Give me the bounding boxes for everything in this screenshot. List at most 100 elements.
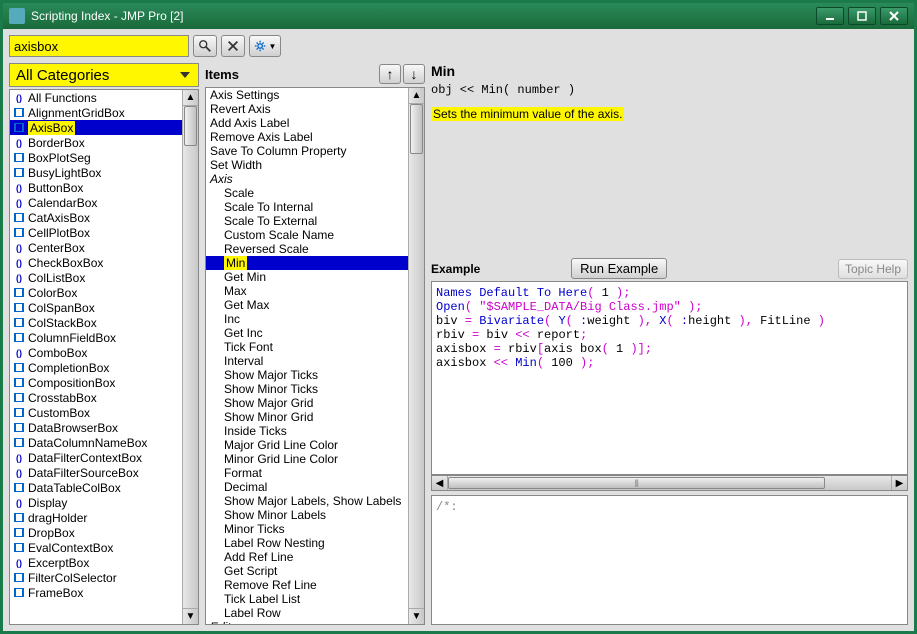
function-item[interactable]: CompletionBox <box>10 360 182 375</box>
function-name: ColListBox <box>28 271 85 285</box>
function-item[interactable]: ()BorderBox <box>10 135 182 150</box>
function-item[interactable]: DataColumnNameBox <box>10 435 182 450</box>
item-row[interactable]: Tick Label List <box>206 592 408 606</box>
function-item[interactable]: ColumnFieldBox <box>10 330 182 345</box>
item-row[interactable]: Get Min <box>206 270 408 284</box>
item-row[interactable]: Min <box>206 256 408 270</box>
item-row[interactable]: Set Width <box>206 158 408 172</box>
function-item[interactable]: ()ExcerptBox <box>10 555 182 570</box>
item-row[interactable]: Decimal <box>206 480 408 494</box>
search-input[interactable] <box>9 35 189 57</box>
item-row[interactable]: Add Axis Label <box>206 116 408 130</box>
function-name: DataFilterSourceBox <box>28 466 139 480</box>
function-item[interactable]: ()All Functions <box>10 90 182 105</box>
function-item[interactable]: ()DataFilterSourceBox <box>10 465 182 480</box>
scroll-down-icon[interactable]: ▼ <box>409 608 424 624</box>
item-row[interactable]: Revert Axis <box>206 102 408 116</box>
function-item[interactable]: EvalContextBox <box>10 540 182 555</box>
item-row[interactable]: Show Minor Grid <box>206 410 408 424</box>
item-row[interactable]: Inc <box>206 312 408 326</box>
clear-button[interactable] <box>221 35 245 57</box>
function-item[interactable]: ColSpanBox <box>10 300 182 315</box>
function-item[interactable]: BoxPlotSeg <box>10 150 182 165</box>
scroll-up-icon[interactable]: ▲ <box>183 90 198 106</box>
function-item[interactable]: AlignmentGridBox <box>10 105 182 120</box>
item-row[interactable]: Add Ref Line <box>206 550 408 564</box>
item-next-button[interactable]: ↓ <box>403 64 425 84</box>
item-row[interactable]: Scale To Internal <box>206 200 408 214</box>
item-row[interactable]: Show Minor Labels <box>206 508 408 522</box>
items-list-scrollbar[interactable]: ▲ ▼ <box>408 88 424 624</box>
item-row[interactable]: Label Row <box>206 606 408 620</box>
scroll-up-icon[interactable]: ▲ <box>409 88 424 104</box>
scroll-left-icon[interactable]: ◀ <box>432 476 448 490</box>
function-item[interactable]: CustomBox <box>10 405 182 420</box>
item-row[interactable]: Scale To External <box>206 214 408 228</box>
function-item[interactable]: ()CenterBox <box>10 240 182 255</box>
function-item[interactable]: DataTableColBox <box>10 480 182 495</box>
function-item[interactable]: ()DataFilterContextBox <box>10 450 182 465</box>
function-item[interactable]: AxisBox <box>10 120 182 135</box>
function-item[interactable]: ()ButtonBox <box>10 180 182 195</box>
settings-button[interactable]: ▼ <box>249 35 281 57</box>
item-row[interactable]: Get Inc <box>206 326 408 340</box>
item-label: Tick Font <box>224 340 273 354</box>
function-item[interactable]: CellPlotBox <box>10 225 182 240</box>
item-row[interactable]: Axis <box>206 172 408 186</box>
example-code-panel[interactable]: Names Default To Here( 1 ); Open( "$SAMP… <box>431 281 908 475</box>
item-row[interactable]: Get Max <box>206 298 408 312</box>
function-item[interactable]: ()ComboBox <box>10 345 182 360</box>
item-row[interactable]: Minor Grid Line Color <box>206 452 408 466</box>
code-horizontal-scrollbar[interactable]: ◀ ▶ <box>431 475 908 491</box>
function-list-scrollbar[interactable]: ▲ ▼ <box>182 90 198 624</box>
function-item[interactable]: ()CheckBoxBox <box>10 255 182 270</box>
minimize-button[interactable] <box>816 7 844 25</box>
item-row[interactable]: Edit <box>206 620 408 624</box>
item-row[interactable]: Label Row Nesting <box>206 536 408 550</box>
item-row[interactable]: Custom Scale Name <box>206 228 408 242</box>
item-row[interactable]: Show Major Grid <box>206 396 408 410</box>
function-item[interactable]: ()Display <box>10 495 182 510</box>
item-row[interactable]: Inside Ticks <box>206 424 408 438</box>
function-item[interactable]: DataBrowserBox <box>10 420 182 435</box>
topic-help-button[interactable]: Topic Help <box>838 259 908 279</box>
function-item[interactable]: FrameBox <box>10 585 182 600</box>
item-row[interactable]: Remove Axis Label <box>206 130 408 144</box>
item-row[interactable]: Major Grid Line Color <box>206 438 408 452</box>
item-row[interactable]: Scale <box>206 186 408 200</box>
function-item[interactable]: DropBox <box>10 525 182 540</box>
function-item[interactable]: CompositionBox <box>10 375 182 390</box>
item-row[interactable]: Axis Settings <box>206 88 408 102</box>
function-item[interactable]: ()ColListBox <box>10 270 182 285</box>
item-row[interactable]: Remove Ref Line <box>206 578 408 592</box>
item-row[interactable]: Format <box>206 466 408 480</box>
maximize-button[interactable] <box>848 7 876 25</box>
item-row[interactable]: Interval <box>206 354 408 368</box>
function-item[interactable]: CrosstabBox <box>10 390 182 405</box>
function-item[interactable]: FilterColSelector <box>10 570 182 585</box>
close-button[interactable] <box>880 7 908 25</box>
output-panel[interactable]: /*: <box>431 495 908 625</box>
item-row[interactable]: Max <box>206 284 408 298</box>
item-row[interactable]: Show Minor Ticks <box>206 382 408 396</box>
scroll-down-icon[interactable]: ▼ <box>183 608 198 624</box>
run-example-button[interactable]: Run Example <box>571 258 667 279</box>
function-item[interactable]: dragHolder <box>10 510 182 525</box>
item-row[interactable]: Save To Column Property <box>206 144 408 158</box>
item-row[interactable]: Reversed Scale <box>206 242 408 256</box>
function-item[interactable]: ColStackBox <box>10 315 182 330</box>
categories-dropdown[interactable]: All Categories <box>9 63 199 87</box>
search-button[interactable] <box>193 35 217 57</box>
item-row[interactable]: Show Major Ticks <box>206 368 408 382</box>
item-row[interactable]: Show Major Labels, Show Labels <box>206 494 408 508</box>
function-item[interactable]: ColorBox <box>10 285 182 300</box>
item-row[interactable]: Tick Font <box>206 340 408 354</box>
function-item[interactable]: BusyLightBox <box>10 165 182 180</box>
item-row[interactable]: Get Script <box>206 564 408 578</box>
function-item[interactable]: ()CalendarBox <box>10 195 182 210</box>
item-prev-button[interactable]: ↑ <box>379 64 401 84</box>
item-row[interactable]: Minor Ticks <box>206 522 408 536</box>
bracket-icon <box>12 437 26 449</box>
function-item[interactable]: CatAxisBox <box>10 210 182 225</box>
scroll-right-icon[interactable]: ▶ <box>891 476 907 490</box>
